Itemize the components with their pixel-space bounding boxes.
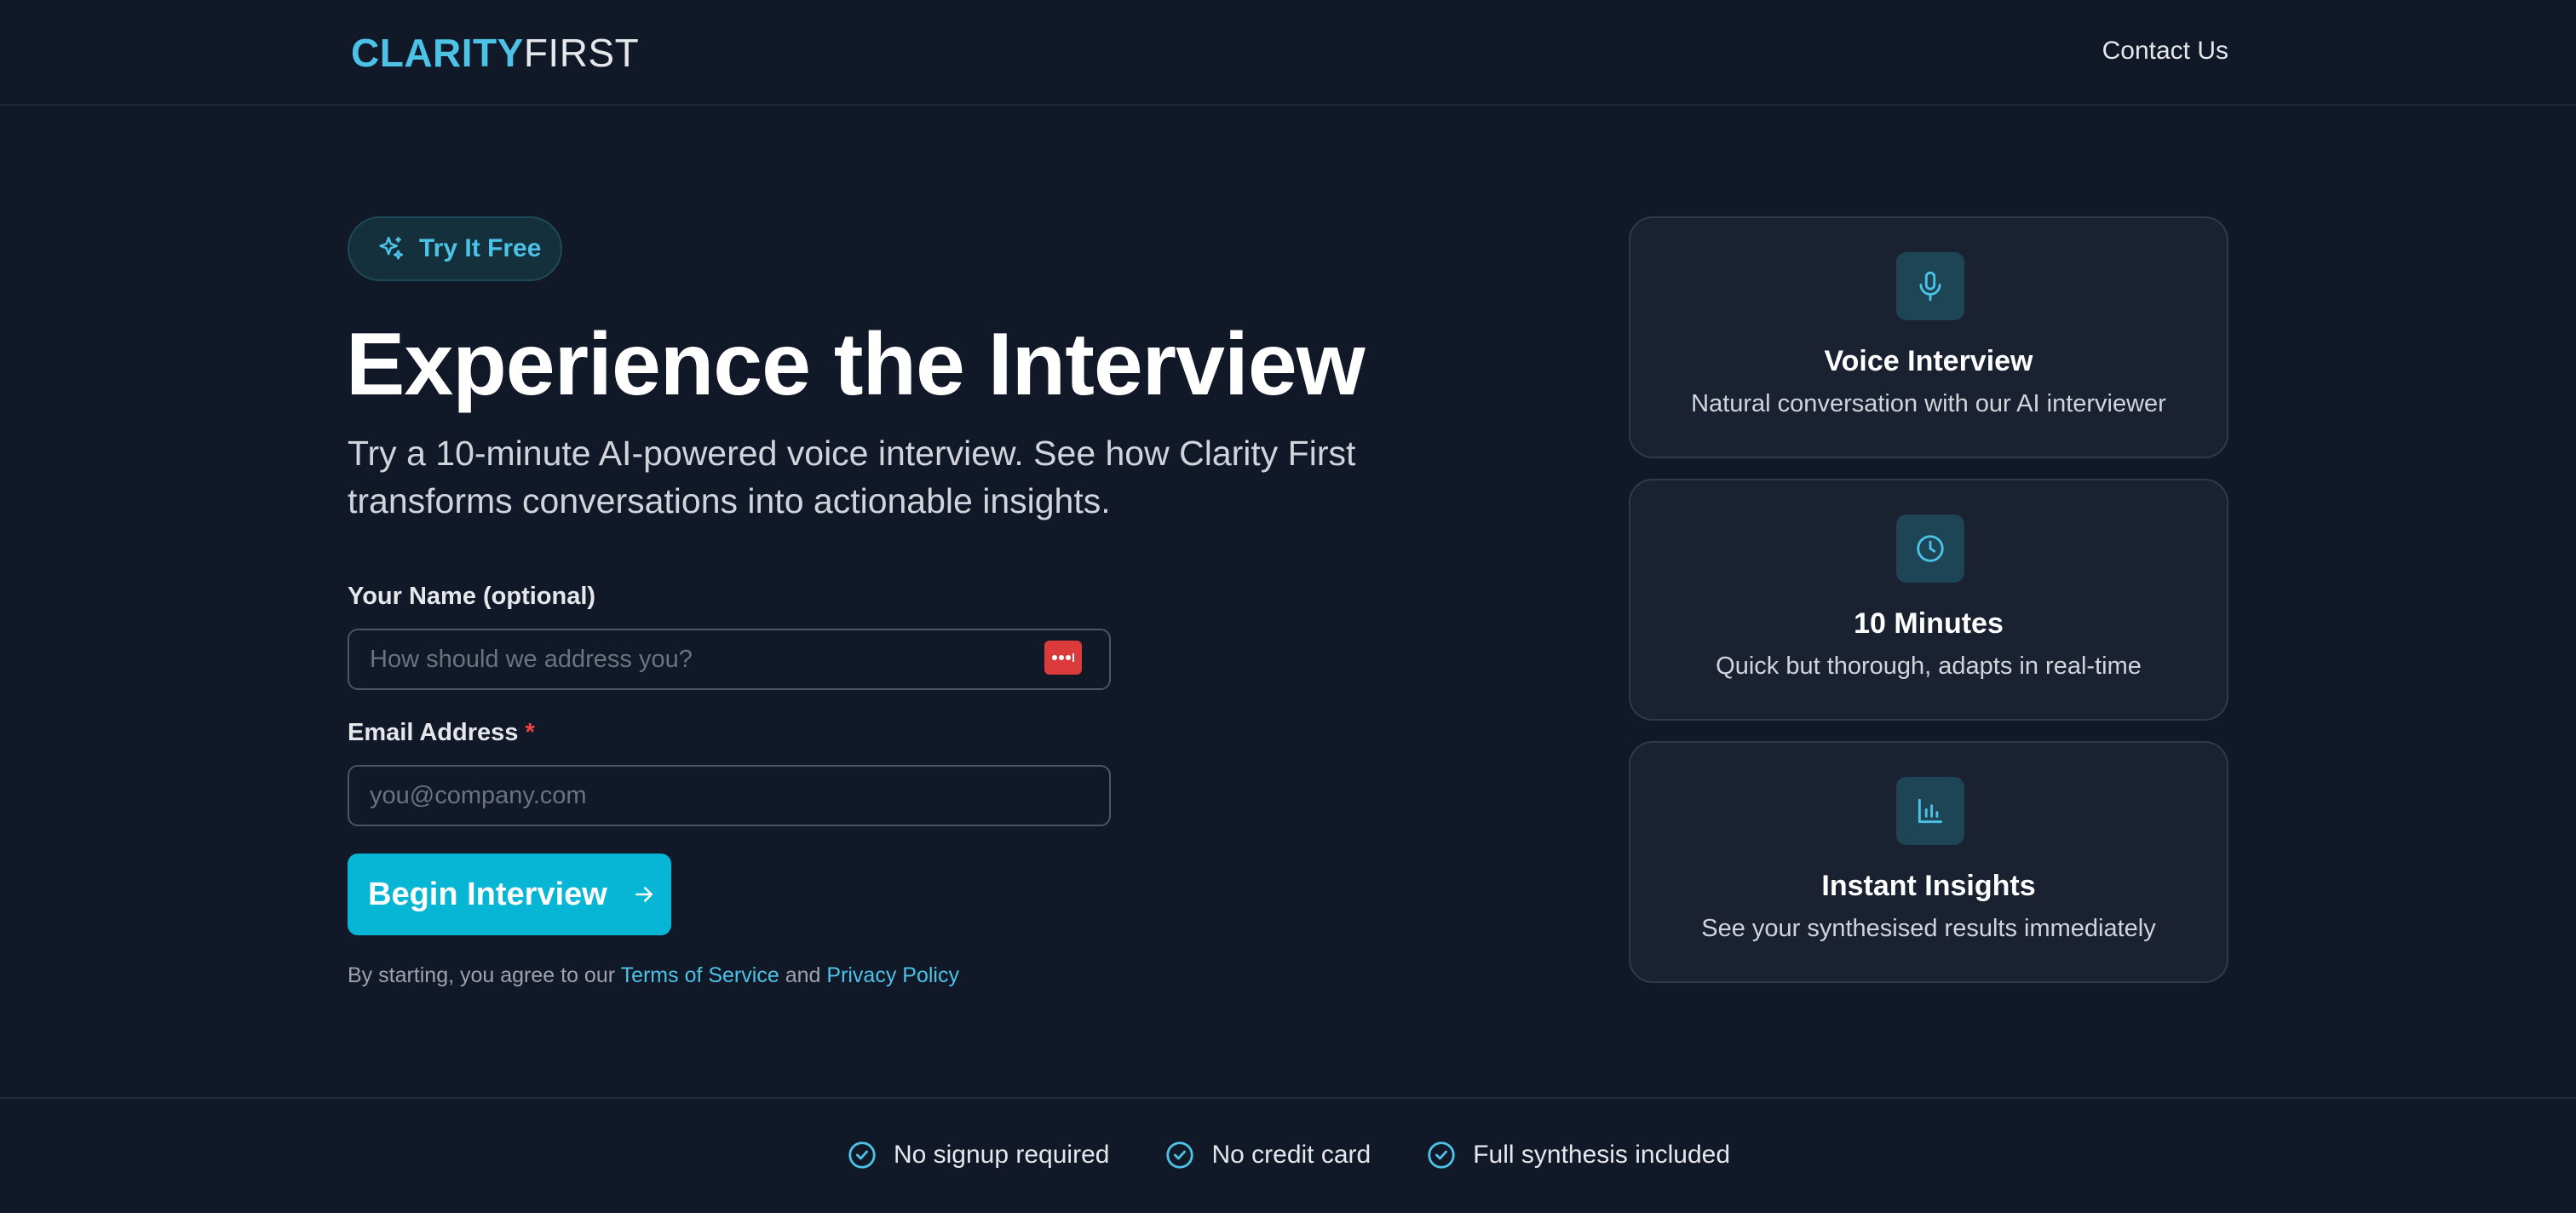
footer-benefit-label: No signup required — [893, 1141, 1110, 1169]
feature-title: Voice Interview — [1824, 345, 2033, 377]
bar-chart-icon — [1896, 777, 1964, 845]
try-it-free-badge: Try It Free — [348, 216, 562, 281]
begin-interview-label: Begin Interview — [368, 876, 607, 912]
logo[interactable]: CLARITYFIRST — [351, 31, 639, 75]
required-mark: * — [525, 719, 535, 746]
logo-bold-text: CLARITY — [351, 31, 524, 75]
logo-light-text: FIRST — [523, 31, 640, 75]
footer-benefit: Full synthesis included — [1425, 1138, 1730, 1172]
feature-card-voice-interview: Voice Interview Natural conversation wit… — [1629, 216, 2228, 458]
footer-benefit: No signup required — [846, 1138, 1110, 1172]
dots-icon — [1052, 653, 1074, 662]
password-manager-icon[interactable] — [1044, 641, 1082, 675]
footer-benefit: No credit card — [1164, 1138, 1371, 1172]
name-field-label: Your Name (optional) — [348, 583, 596, 610]
check-circle-icon — [1428, 1141, 1455, 1169]
terms-notice: By starting, you agree to our Terms of S… — [348, 961, 959, 990]
site-footer: No signup required No credit card Full s… — [0, 1097, 2576, 1213]
feature-title: 10 Minutes — [1854, 607, 2004, 640]
name-input[interactable] — [348, 629, 1111, 690]
site-header: CLARITYFIRST Contact Us — [0, 0, 2576, 106]
feature-card-instant-insights: Instant Insights See your synthesised re… — [1629, 741, 2228, 983]
badge-label: Try It Free — [419, 234, 542, 262]
email-label-text: Email Address — [348, 719, 519, 746]
page-title: Experience the Interview — [346, 315, 1366, 414]
begin-interview-button[interactable]: Begin Interview — [348, 854, 671, 935]
feature-title: Instant Insights — [1821, 870, 2036, 902]
arrow-right-icon — [635, 887, 653, 902]
feature-card-10-minutes: 10 Minutes Quick but thorough, adapts in… — [1629, 479, 2228, 721]
feature-desc: Natural conversation with our AI intervi… — [1691, 390, 2166, 417]
check-circle-icon — [1166, 1141, 1194, 1169]
footer-benefit-label: Full synthesis included — [1473, 1141, 1731, 1169]
footer-benefits: No signup required No credit card Full s… — [0, 1138, 2576, 1172]
email-input[interactable] — [348, 765, 1111, 826]
page-subtitle: Try a 10-minute AI-powered voice intervi… — [348, 434, 1356, 520]
privacy-policy-link[interactable]: Privacy Policy — [826, 963, 959, 987]
sparkles-icon — [379, 236, 404, 260]
feature-desc: Quick but thorough, adapts in real-time — [1716, 652, 2142, 680]
microphone-icon — [1896, 252, 1964, 320]
email-field-label: Email Address * — [348, 717, 535, 748]
check-circle-icon — [848, 1141, 876, 1169]
terms-and: and — [785, 963, 821, 987]
feature-desc: See your synthesised results immediately — [1701, 915, 2156, 942]
clock-icon — [1896, 515, 1964, 583]
terms-of-service-link[interactable]: Terms of Service — [621, 963, 779, 987]
footer-benefit-label: No credit card — [1211, 1141, 1371, 1169]
contact-us-link[interactable]: Contact Us — [2102, 32, 2228, 70]
terms-prefix: By starting, you agree to our — [348, 963, 616, 987]
